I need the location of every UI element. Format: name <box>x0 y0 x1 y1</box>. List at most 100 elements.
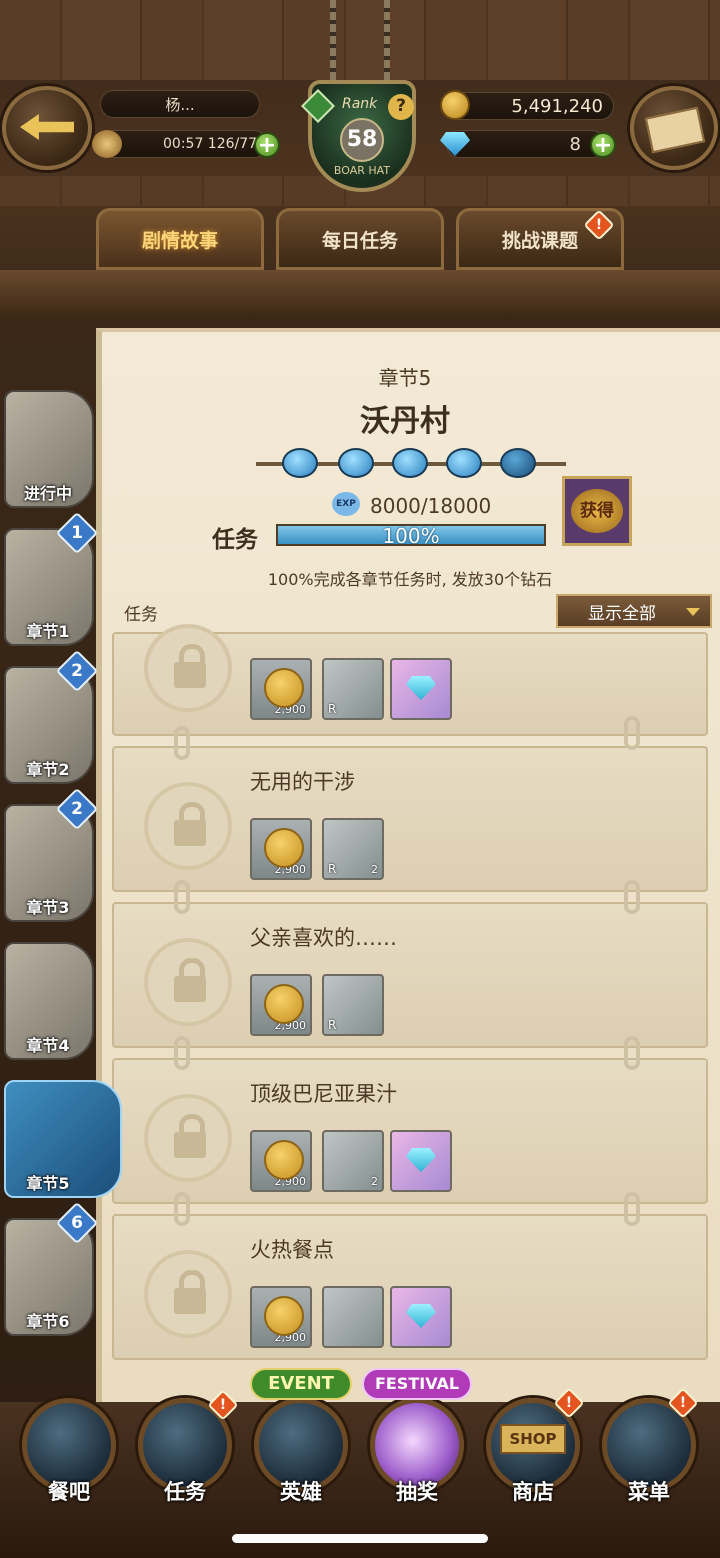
rank-label: Rank <box>342 96 378 112</box>
player-name: 杨... <box>100 90 260 118</box>
challenge-alert-text: ! <box>595 217 603 233</box>
alert-badge-text: ! <box>219 1397 227 1413</box>
sidebar-item-chapter3[interactable]: 章节3 2 <box>0 787 99 924</box>
tab-daily-label: 每日任务 <box>321 229 398 252</box>
guild-name: BOAR HAT <box>333 164 391 177</box>
heart-icon-1 <box>282 448 318 478</box>
mission-card-3[interactable]: 父亲喜欢的…… 2,900 R <box>112 902 708 1048</box>
nav-heroes[interactable]: EVENT 英雄 <box>246 1368 356 1514</box>
reward-item[interactable] <box>322 1286 384 1348</box>
sidebar-item-label: 章节5 <box>26 1174 70 1193</box>
nav-quests[interactable]: 任务! <box>130 1384 240 1514</box>
reward-item[interactable]: R2 <box>322 818 384 880</box>
gold-coin-icon <box>440 90 470 120</box>
reward-qty: 2 <box>371 1175 378 1188</box>
sidebar-item-label: 章节1 <box>26 622 70 641</box>
chapter-reward-claim[interactable]: 获得 <box>562 476 632 546</box>
chain-link-icon <box>624 716 640 750</box>
nav-gacha[interactable]: FESTIVAL 抽奖 <box>362 1368 472 1514</box>
reward-diamond[interactable] <box>390 1286 452 1348</box>
tab-challenge-label: 挑战课题 <box>501 229 578 252</box>
filter-dropdown[interactable]: 显示全部 <box>556 594 712 628</box>
stamina-plus-button[interactable]: + <box>254 132 280 158</box>
mail-button[interactable] <box>630 86 718 170</box>
chapter-name: 沃丹村 <box>360 404 450 439</box>
sidebar-item-label: 章节4 <box>26 1036 70 1055</box>
reward-qty: 2,900 <box>274 863 307 876</box>
heart-icon-2 <box>338 448 374 478</box>
mission-title: 顶级巴尼亚果汁 <box>250 1082 397 1106</box>
lock-icon <box>144 938 232 1026</box>
nav-label: 任务 <box>164 1480 206 1504</box>
home-indicator[interactable] <box>232 1534 488 1543</box>
back-button[interactable] <box>2 86 92 170</box>
alert-badge-text: ! <box>565 1395 573 1411</box>
chapter-number: 章节5 <box>378 366 432 390</box>
reward-rarity: R <box>328 862 337 876</box>
reward-qty: 2,900 <box>274 703 307 716</box>
chain-link-icon <box>624 880 640 914</box>
nav-menu[interactable]: 菜单! <box>594 1384 704 1514</box>
sidebar-item-chapter1[interactable]: 章节1 1 <box>0 511 99 648</box>
nav-bar[interactable]: 餐吧 <box>14 1384 124 1514</box>
mission-card-4[interactable]: 顶级巴尼亚果汁 2,900 2 <box>112 1058 708 1204</box>
sidebar-item-label: 进行中 <box>23 484 72 503</box>
sidebar-item-chapter6[interactable]: 章节6 6 <box>0 1201 99 1338</box>
filter-dropdown-value: 显示全部 <box>588 603 656 624</box>
nav-label: 商店 <box>512 1480 554 1504</box>
heart-icon-3 <box>392 448 428 478</box>
reward-diamond[interactable] <box>390 1130 452 1192</box>
reward-coin[interactable]: 2,900 <box>250 1130 312 1192</box>
diamond-plus-button[interactable]: + <box>590 132 616 158</box>
reward-qty: 2 <box>371 863 378 876</box>
reward-coin[interactable]: 2,900 <box>250 658 312 720</box>
reward-coin[interactable]: 2,900 <box>250 974 312 1036</box>
sidebar-item-chapter2[interactable]: 章节2 2 <box>0 649 99 786</box>
reward-qty: 2,900 <box>274 1331 307 1344</box>
tab-story[interactable]: 剧情故事 <box>96 208 264 270</box>
reward-coin[interactable]: 2,900 <box>250 1286 312 1348</box>
chain-link-icon <box>174 1036 190 1070</box>
festival-banner: FESTIVAL <box>362 1368 472 1400</box>
gold-counter: 5,491,240 <box>446 92 614 120</box>
reward-diamond[interactable] <box>390 658 452 720</box>
sidebar-item-in-progress[interactable]: 进行中 <box>0 390 96 510</box>
chain-link-icon <box>174 1192 190 1226</box>
mission-card-5[interactable]: 火热餐点 2,900 <box>112 1214 708 1360</box>
nav-label: 抽奖 <box>396 1480 438 1504</box>
chevron-down-icon <box>686 608 700 616</box>
reward-item[interactable]: R <box>322 974 384 1036</box>
heart-icon-5 <box>500 448 536 478</box>
chain-link-icon <box>624 1036 640 1070</box>
nav-shop[interactable]: SHOP 商店! <box>478 1384 588 1514</box>
ledge <box>0 270 720 320</box>
tab-daily[interactable]: 每日任务 <box>276 208 444 270</box>
sidebar-item-label: 章节2 <box>26 760 70 779</box>
reward-qty: 2,900 <box>274 1019 307 1032</box>
chain-link-icon <box>174 726 190 760</box>
sidebar-item-label: 章节3 <box>26 898 70 917</box>
nav-label: 菜单 <box>628 1480 670 1504</box>
help-icon[interactable]: ? <box>388 94 414 120</box>
nav-label: 英雄 <box>280 1480 322 1504</box>
stamina-text: 00:57 126/77 <box>163 136 258 152</box>
mission-title: 火热餐点 <box>250 1238 334 1262</box>
back-arrow-icon <box>20 114 74 140</box>
reward-coin[interactable]: 2,900 <box>250 818 312 880</box>
tab-story-label: 剧情故事 <box>141 229 218 252</box>
quest-progress-bar: 100% <box>276 524 546 548</box>
mission-card-2[interactable]: 无用的干涉 2,900 R2 <box>112 746 708 892</box>
shop-sign-text: SHOP <box>500 1424 566 1454</box>
sidebar-item-label: 章节6 <box>26 1312 70 1331</box>
ceiling <box>0 0 720 80</box>
chain-right <box>384 0 390 84</box>
sidebar-item-chapter5[interactable]: 章节5 <box>0 1080 122 1200</box>
mission-card-1[interactable]: 2,900 R <box>112 624 708 736</box>
gold-value: 5,491,240 <box>511 95 603 117</box>
reward-item[interactable]: R <box>322 658 384 720</box>
reward-item[interactable]: 2 <box>322 1130 384 1192</box>
stamina-bar: 00:57 126/77 <box>100 130 268 158</box>
sidebar-item-chapter4[interactable]: 章节4 <box>0 942 96 1062</box>
screen: 杨... 00:57 126/77 + Rank 58 BOAR HAT ? 5… <box>0 0 720 1558</box>
chapter-badge-count: 1 <box>71 523 83 543</box>
